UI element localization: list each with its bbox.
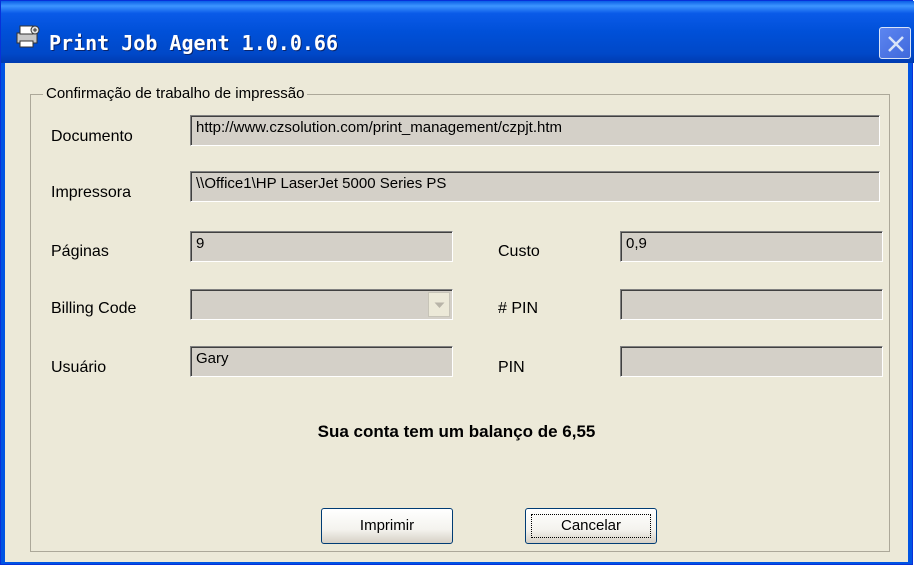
chevron-down-icon (434, 302, 445, 308)
job-confirmation-group (30, 94, 890, 552)
pin-label: PIN (498, 359, 525, 376)
billing-code-dropdown-button[interactable] (428, 292, 450, 317)
custo-field[interactable]: 0,9 (620, 231, 883, 262)
billing-code-label: Billing Code (51, 300, 137, 317)
print-button[interactable]: Imprimir (321, 508, 453, 544)
usuario-field[interactable]: Gary (190, 346, 453, 377)
paginas-field[interactable]: 9 (190, 231, 453, 262)
custo-label: Custo (498, 243, 540, 260)
close-button[interactable] (879, 27, 911, 59)
window-title: Print Job Agent 1.0.0.66 (49, 31, 338, 55)
balance-message: Sua conta tem um balanço de 6,55 (317, 422, 596, 441)
cancel-button[interactable]: Cancelar (525, 508, 657, 544)
paginas-label: Páginas (51, 243, 109, 260)
print-button-label: Imprimir (359, 517, 415, 534)
dialog-client-area: Confirmação de trabalho de impressão Doc… (5, 63, 908, 562)
focus-rectangle (531, 514, 651, 538)
pin-number-field[interactable] (620, 289, 883, 320)
pin-number-label: # PIN (498, 300, 539, 317)
documento-field[interactable]: http://www.czsolution.com/print_manageme… (190, 115, 880, 146)
printer-agent-icon (13, 23, 43, 49)
documento-label: Documento (51, 128, 133, 145)
group-title: Confirmação de trabalho de impressão (43, 85, 308, 102)
billing-code-combobox[interactable] (190, 289, 453, 320)
close-icon (888, 36, 904, 52)
title-bar[interactable]: Print Job Agent 1.0.0.66 (1, 1, 914, 63)
impressora-field[interactable]: \\Office1\HP LaserJet 5000 Series PS (190, 171, 880, 202)
usuario-label: Usuário (51, 359, 107, 376)
pin-field[interactable] (620, 346, 883, 377)
impressora-label: Impressora (51, 184, 132, 201)
dialog-window: Print Job Agent 1.0.0.66 Confirmação de … (0, 0, 914, 565)
